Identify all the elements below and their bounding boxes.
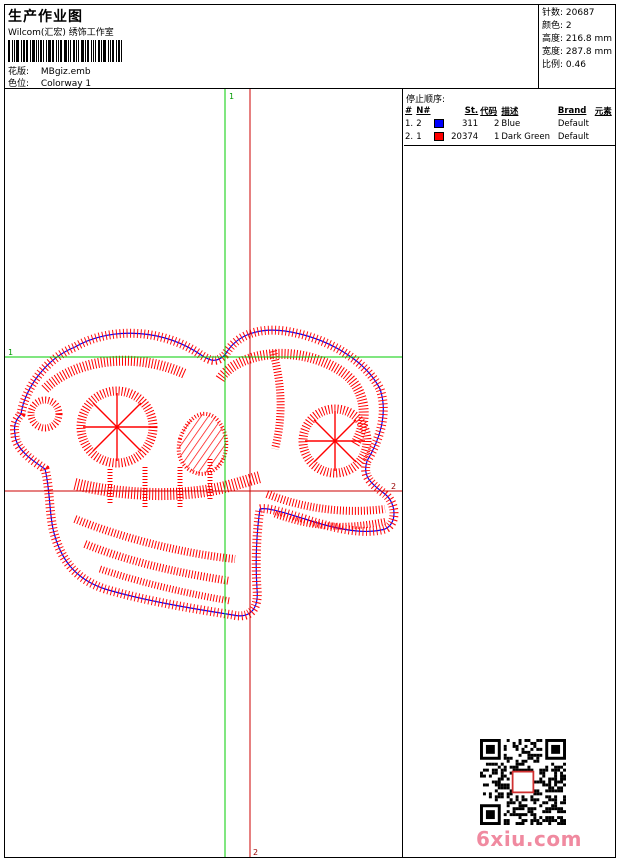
stop-sequence-title: 停止顺序:: [406, 95, 446, 105]
col-header: N#: [416, 106, 431, 116]
row-element: [594, 117, 615, 130]
embroidery-design: [10, 325, 399, 621]
barcode: [8, 40, 124, 62]
col-header: #: [405, 106, 413, 116]
barcode-bar: [101, 40, 103, 62]
table-header-row: # N# St. 代码 描述 Brand 元素: [404, 105, 615, 117]
page-title: 生产作业图: [8, 9, 83, 25]
barcode-bar: [112, 40, 115, 62]
studio-subtitle: Wilcom(汇宏) 绣饰工作室: [8, 28, 114, 38]
barcode-bar: [72, 40, 75, 62]
watermark-logo: 6xiu.com: [476, 827, 582, 851]
barcode-bar: [69, 40, 71, 62]
row-element: [594, 130, 615, 143]
row-index: 1.: [405, 118, 414, 129]
col-header: [433, 105, 446, 117]
guide-top-label: 1: [229, 92, 234, 101]
barcode-bar: [15, 40, 19, 62]
color-swatch: [434, 131, 445, 141]
design-height: 高度: 216.8 mm: [542, 34, 613, 44]
guide-bottom-label: 2: [253, 848, 258, 857]
barcode-bar: [60, 40, 63, 62]
barcode-bar: [48, 40, 52, 62]
qr-code: [480, 739, 566, 825]
stitch-count: 针数: 20687: [542, 8, 595, 18]
barcode-bar: [56, 40, 58, 62]
barcode-bar: [22, 40, 25, 62]
barcode-bar: [116, 40, 118, 62]
barcode-bar: [94, 40, 97, 62]
barcode-bar: [20, 40, 22, 62]
barcode-bar: [64, 40, 67, 62]
barcode-bar: [84, 40, 86, 62]
col-header: 描述: [501, 107, 519, 117]
embroidery-preview: 1 1 2 2: [5, 89, 402, 857]
stop-sequence-table: # N# St. 代码 描述 Brand 元素 1. 2 311 2 Blue …: [404, 105, 615, 143]
col-header: Brand: [557, 106, 587, 116]
row-description: Dark Green: [501, 131, 550, 142]
barcode-bar: [29, 40, 31, 62]
table-row: 1. 2 311 2 Blue Default: [404, 117, 615, 130]
barcode-bar: [43, 40, 45, 62]
barcode-bar: [40, 40, 43, 62]
color-swatch: [434, 118, 445, 128]
barcode-bar: [58, 40, 60, 62]
row-index: 2.: [405, 131, 414, 142]
barcode-bar: [121, 40, 122, 62]
barcode-bar: [35, 40, 37, 62]
barcode-bar: [77, 40, 79, 62]
info-panel: 停止顺序: # N# St. 代码 描述 Brand 元素 1. 2 311 2…: [404, 89, 615, 857]
barcode-bar: [86, 40, 89, 62]
colorway-value: Colorway 1: [40, 79, 92, 89]
barcode-bar: [31, 40, 35, 62]
design-scale: 比例: 0.46: [542, 60, 586, 70]
guide-left-label: 1: [8, 348, 13, 357]
barcode-bar: [80, 40, 84, 62]
barcode-bar: [108, 40, 110, 62]
production-sheet: 生产作业图 Wilcom(汇宏) 绣饰工作室 花版: MBgiz.emb 色位:…: [4, 4, 616, 858]
row-code: 2: [493, 118, 500, 129]
row-code: 1: [493, 131, 500, 142]
barcode-bar: [8, 40, 10, 62]
guide-right-label: 2: [391, 482, 396, 491]
barcode-bar: [52, 40, 55, 62]
barcode-bar: [46, 40, 48, 62]
barcode-bar: [38, 40, 40, 62]
stats-box: 针数: 20687 颜色: 2 高度: 216.8 mm 宽度: 287.8 m…: [538, 5, 615, 89]
col-header: 代码: [480, 107, 498, 117]
barcode-bar: [118, 40, 121, 62]
row-stitches: 20374: [451, 131, 479, 142]
panel-divider: [404, 145, 615, 146]
color-swatch-cell: [433, 130, 446, 143]
header: 生产作业图 Wilcom(汇宏) 绣饰工作室 花版: MBgiz.emb 色位:…: [5, 5, 615, 89]
row-description: Blue: [501, 118, 521, 129]
barcode-bar: [13, 40, 15, 62]
barcode-bar: [110, 40, 112, 62]
colorway-line: 色位: Colorway 1: [8, 76, 91, 89]
barcode-bar: [98, 40, 101, 62]
barcode-bar: [92, 40, 94, 62]
row-needle: 1: [416, 131, 422, 142]
barcode-bar: [90, 40, 92, 62]
row-stitches: 311: [461, 118, 479, 129]
barcode-bar: [75, 40, 77, 62]
barcode-bar: [103, 40, 107, 62]
color-count: 颜色: 2: [542, 21, 572, 31]
row-needle: 2: [416, 118, 422, 129]
table-row: 2. 1 20374 1 Dark Green Default: [404, 130, 615, 143]
row-brand: Default: [557, 131, 589, 142]
design-width: 宽度: 287.8 mm: [542, 47, 613, 57]
barcode-bar: [25, 40, 28, 62]
col-header: 元素: [594, 107, 612, 117]
row-brand: Default: [557, 118, 589, 129]
col-header: St.: [464, 106, 479, 116]
qr-center-seal: [511, 770, 535, 794]
design-preview: 1 1 2 2: [5, 89, 403, 857]
colorway-label: 色位:: [8, 79, 30, 89]
color-swatch-cell: [433, 117, 446, 130]
barcode-bar: [11, 40, 13, 62]
barcode-bar: [67, 40, 69, 62]
